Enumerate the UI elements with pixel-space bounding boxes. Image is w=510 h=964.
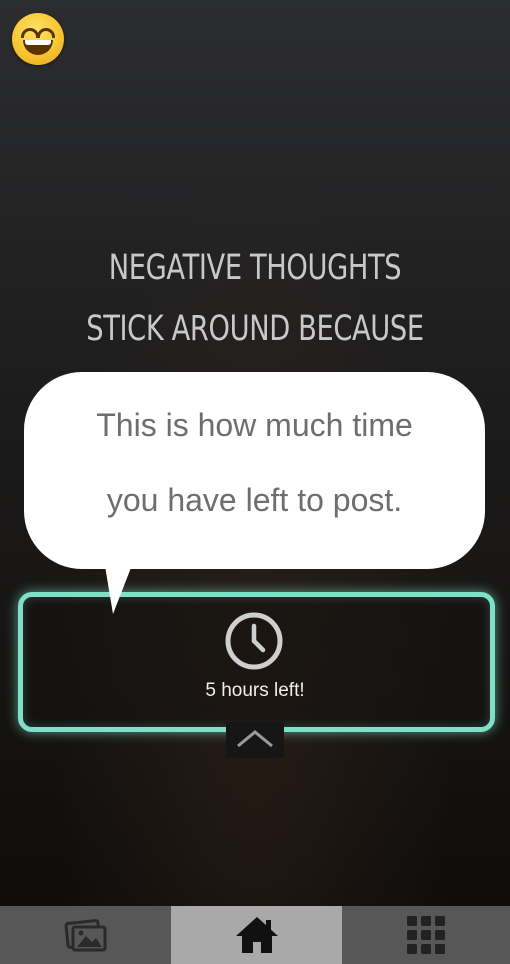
- bottom-tab-bar: [0, 906, 510, 964]
- grid-icon: [407, 916, 445, 954]
- tooltip-line-1: This is how much time: [96, 407, 413, 443]
- expand-chevron-button[interactable]: [226, 722, 284, 758]
- tooltip-bubble: This is how much time you have left to p…: [24, 372, 485, 569]
- chevron-up-icon: [237, 730, 273, 748]
- time-remaining-label: 5 hours left!: [205, 680, 305, 701]
- content-screen: NEGATIVE THOUGHTS STICK AROUND BECAUSE 5…: [0, 0, 510, 906]
- tooltip-pointer: [104, 560, 134, 614]
- headline-line-1: NEGATIVE THOUGHTS: [108, 248, 402, 288]
- photos-icon: [64, 919, 106, 952]
- headline-line-2: STICK AROUND BECAUSE: [86, 309, 424, 349]
- tab-apps[interactable]: [342, 906, 510, 964]
- grinning-face-icon[interactable]: [12, 13, 64, 65]
- tooltip-line-2: you have left to post.: [106, 482, 403, 518]
- emoji-mouth: [23, 40, 53, 55]
- clock-icon: [225, 612, 283, 670]
- tab-gallery[interactable]: [0, 906, 171, 964]
- emoji-right-eye: [37, 28, 55, 38]
- tab-home[interactable]: [171, 906, 342, 964]
- home-icon: [235, 917, 278, 953]
